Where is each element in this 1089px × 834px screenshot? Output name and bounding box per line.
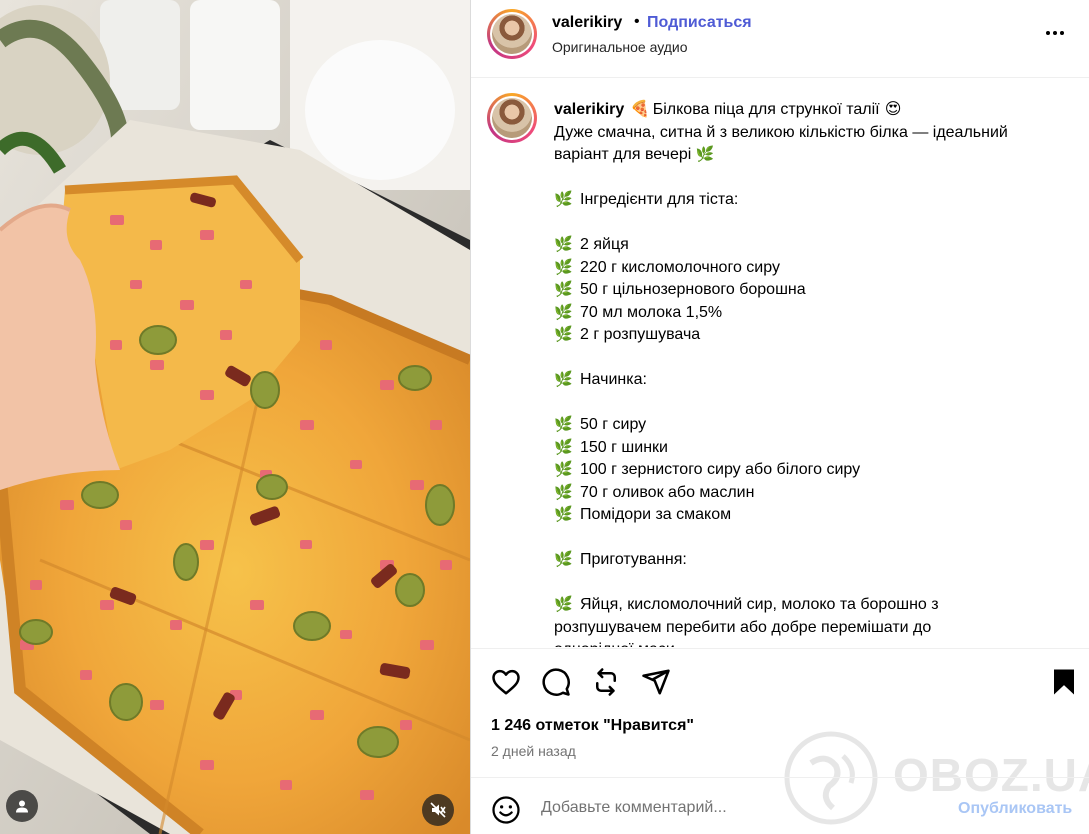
herb-emoji: 🌿 xyxy=(554,416,573,433)
list-item: 🌿 100 г зернистого сиру або білого сиру xyxy=(554,459,1064,482)
herb-emoji: 🌿 xyxy=(554,371,573,388)
caption-username[interactable]: valerikiry xyxy=(554,101,624,118)
pizza-photo xyxy=(0,0,470,834)
herb-emoji: 🌿 xyxy=(554,258,573,276)
herb-emoji: 🌿 xyxy=(554,461,573,478)
list-item: 🌿 70 г оливок або маслин xyxy=(554,482,1064,505)
herb-emoji: 🌿 xyxy=(554,506,573,523)
list-item: 🌿 220 г кисломолочного сиру xyxy=(554,257,1064,280)
prep-heading: Приготування: xyxy=(580,551,687,568)
herb-emoji: 🌿 xyxy=(695,146,715,163)
user-tag-icon xyxy=(16,800,28,813)
caption-scroll-area[interactable]: valerikiry 🍕 Білкова піца для стрункої та… xyxy=(471,79,1089,647)
herb-emoji: 🌿 xyxy=(554,191,573,208)
caption-intro-line: варіант для вечері xyxy=(554,146,692,163)
list-item: 🌿 50 г цільнозернового борошна xyxy=(554,279,1064,302)
herb-emoji: 🌿 xyxy=(554,551,573,568)
heart-eyes-emoji: 😍 xyxy=(884,101,902,118)
likes-count[interactable]: 1 246 отметок "Нравится" xyxy=(491,717,694,735)
publish-button[interactable]: Опубликовать xyxy=(958,800,1072,818)
more-icon xyxy=(1046,31,1050,35)
list-item: 🌿 150 г шинки xyxy=(554,437,1064,460)
herb-emoji: 🌿 xyxy=(554,438,573,456)
pizza-emoji: 🍕 xyxy=(630,101,651,118)
post-header: valerikiry • Подписаться Оригинальное ау… xyxy=(471,0,1089,78)
dough-heading: Інгредієнти для тіста: xyxy=(580,191,739,208)
comment-input[interactable] xyxy=(541,799,911,817)
post-date[interactable]: 2 дней назад xyxy=(491,743,576,759)
post-details-panel: valerikiry • Подписаться Оригинальное ау… xyxy=(470,0,1089,834)
separator-dot: • xyxy=(634,13,640,30)
post-actions: 1 246 отметок "Нравится" 2 дней назад xyxy=(471,648,1089,778)
herb-emoji: 🌿 xyxy=(554,326,573,343)
share-icon[interactable] xyxy=(641,667,671,697)
audio-link[interactable]: Оригинальное аудио xyxy=(552,39,688,55)
caption-title: Білкова піца для стрункої талії xyxy=(652,101,880,118)
post-media[interactable] xyxy=(0,0,470,834)
prep-text: розпушувачем перебити або добре переміша… xyxy=(554,618,932,636)
heart-icon[interactable] xyxy=(491,667,521,697)
post-caption: valerikiry 🍕 Білкова піца для стрункої та… xyxy=(554,99,1064,647)
herb-emoji: 🌿 xyxy=(554,281,573,298)
follow-button[interactable]: Подписаться xyxy=(647,14,752,32)
prep-text: Яйця, кисломолочний сир, молоко та борош… xyxy=(580,596,939,613)
prep-text: однорідної маси xyxy=(554,639,1064,647)
mute-icon xyxy=(430,802,446,818)
tagged-users-button[interactable] xyxy=(6,790,38,822)
repost-icon[interactable] xyxy=(591,667,621,697)
herb-emoji: 🌿 xyxy=(554,596,573,613)
filling-heading: Начинка: xyxy=(580,371,647,388)
list-item: 🌿 Помідори за смаком xyxy=(554,504,1064,527)
caption-author-avatar[interactable] xyxy=(487,93,537,143)
herb-emoji: 🌿 xyxy=(554,483,573,501)
caption-intro-line: Дуже смачна, ситна й з великою кількістю… xyxy=(554,123,1008,141)
comment-bar: Опубликовать xyxy=(471,777,1089,834)
more-options-button[interactable] xyxy=(1046,31,1064,35)
list-item: 🌿 2 яйця xyxy=(554,234,1064,257)
comment-icon[interactable] xyxy=(541,667,571,697)
author-avatar[interactable] xyxy=(487,9,537,59)
author-username[interactable]: valerikiry xyxy=(552,14,622,32)
emoji-icon[interactable] xyxy=(491,795,521,825)
mute-button[interactable] xyxy=(422,794,454,826)
list-item: 🌿 70 мл молока 1,5% xyxy=(554,302,1064,325)
list-item: 🌿 2 г розпушувача xyxy=(554,324,1064,347)
bookmark-icon[interactable] xyxy=(1049,667,1079,697)
list-item: 🌿 50 г сиру xyxy=(554,414,1064,437)
herb-emoji: 🌿 xyxy=(554,303,573,321)
herb-emoji: 🌿 xyxy=(554,236,573,253)
